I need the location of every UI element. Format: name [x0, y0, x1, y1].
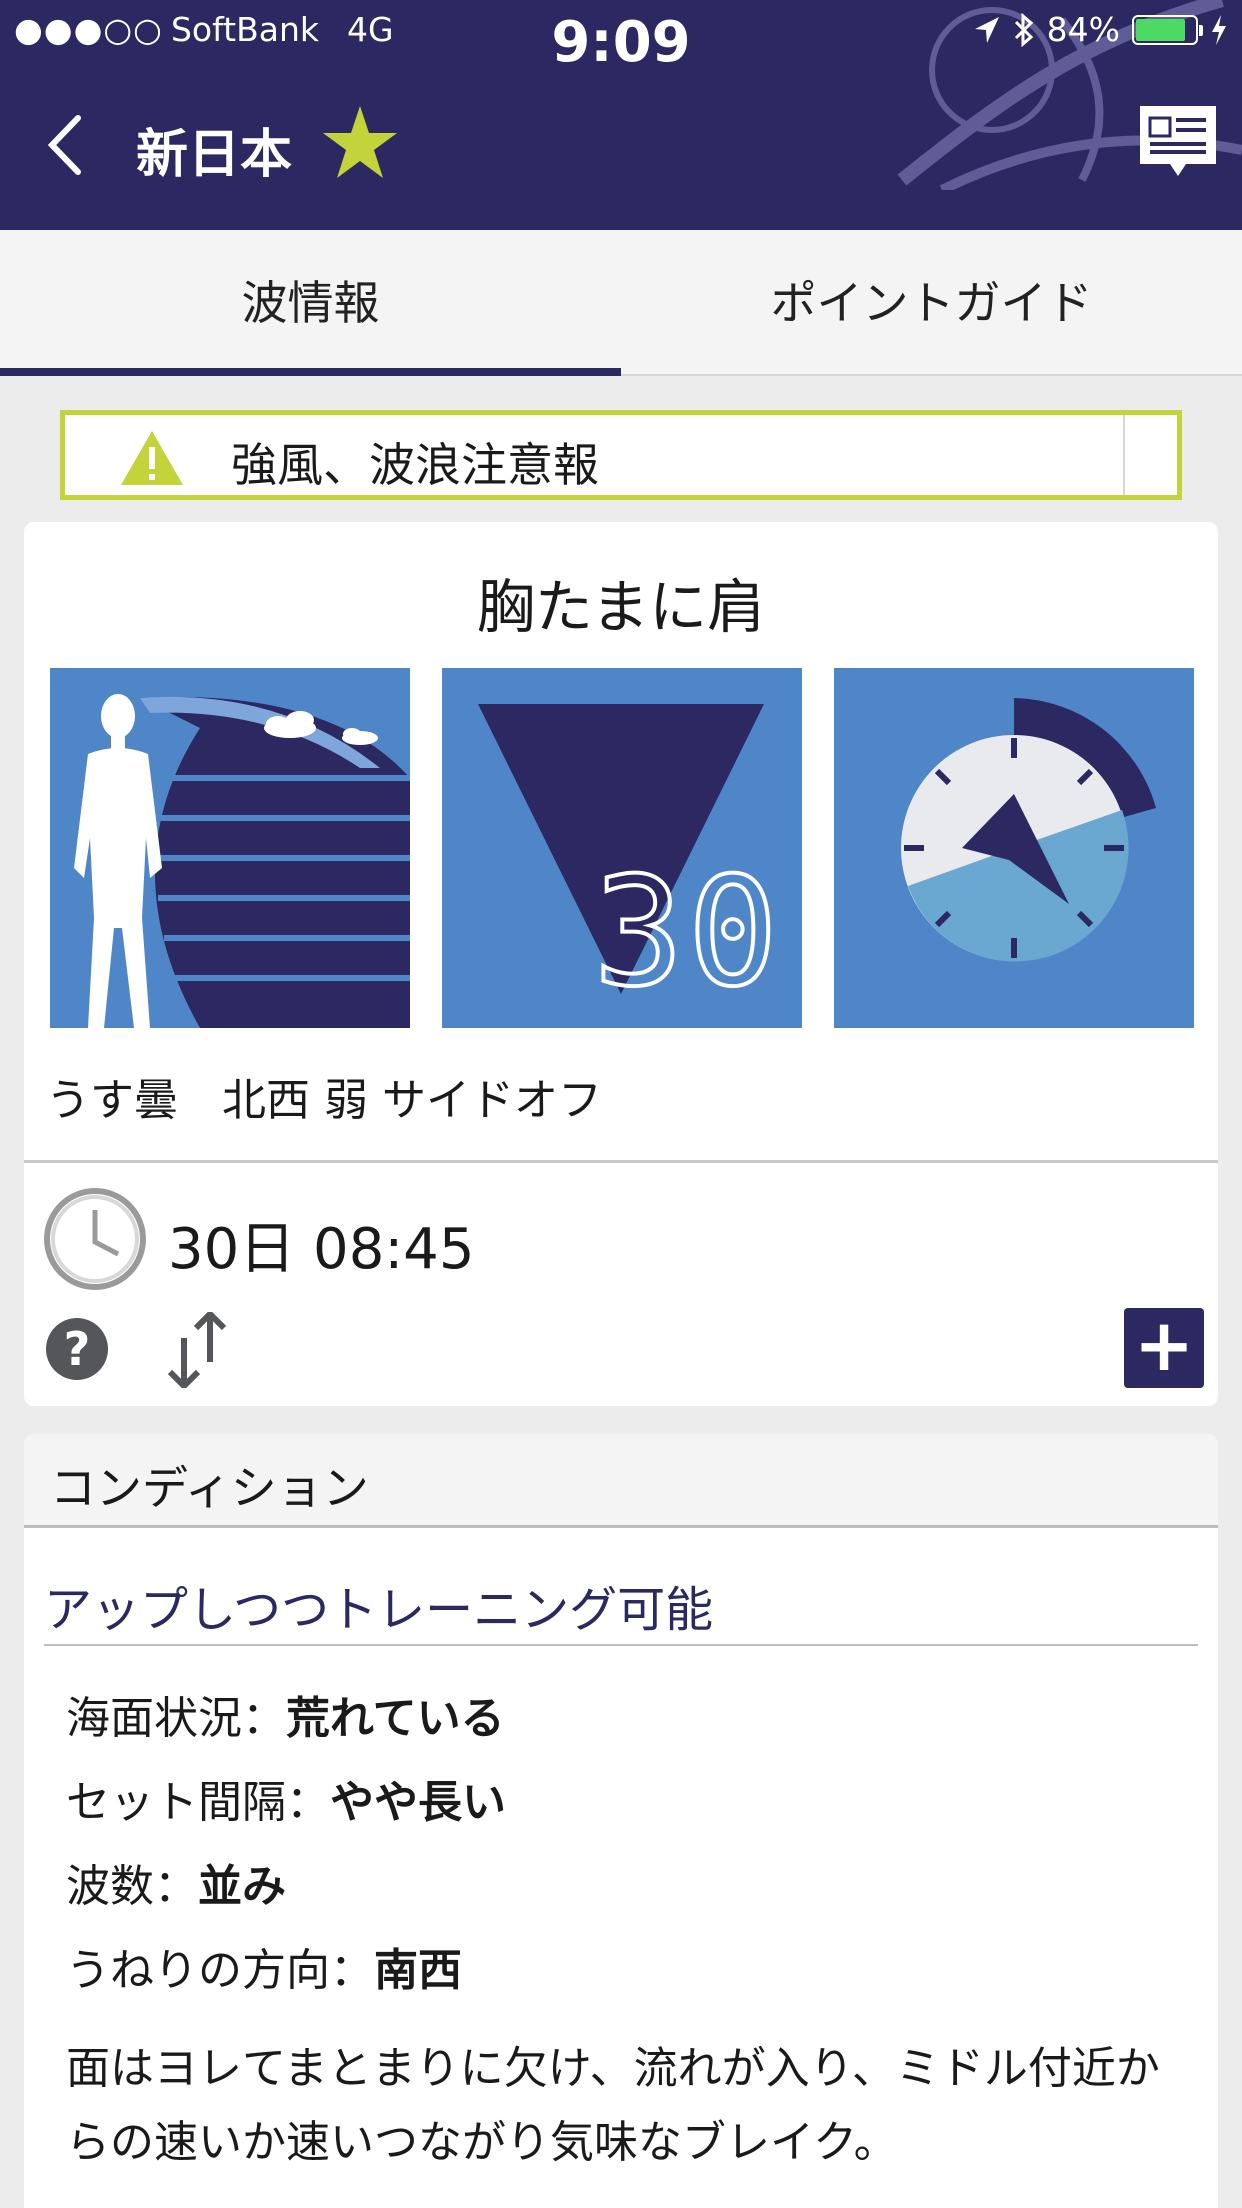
status-bar: ●●●○○ SoftBank 4G 9:09 84%: [0, 0, 1242, 75]
condition-header: コンディション: [24, 1434, 1218, 1528]
condition-row-wave-count: 波数：並み: [66, 1850, 286, 1914]
condition-row-swell-direction: うねりの方向：南西: [66, 1934, 462, 1998]
condition-description: 面はヨレてまとまりに欠け、流れが入り、ミドル付近からの速いか速いつながり気味なブ…: [66, 2043, 1160, 2168]
tab-bar: 波情報 ポイントガイド: [0, 230, 1242, 376]
row-label: 波数：: [66, 1861, 198, 1912]
wave-size-text: 胸たまに肩: [476, 573, 766, 641]
condition-card: コンディション アップしつつトレーニング可能 海面状況：荒れている セット間隔：…: [24, 1434, 1218, 2208]
row-value: やや長い: [330, 1777, 506, 1828]
condition-row-sea-surface: 海面状況：荒れている: [66, 1682, 505, 1746]
row-value: 並み: [198, 1861, 286, 1912]
warning-icon: [121, 431, 183, 485]
observation-time: 30日 08:45: [168, 1217, 475, 1282]
row-value: 南西: [374, 1945, 462, 1996]
page-title: 新日本: [136, 125, 293, 185]
row-label: うねりの方向：: [66, 1945, 374, 1996]
wave-height-tile[interactable]: [50, 668, 410, 1028]
add-button[interactable]: +: [1124, 1308, 1204, 1388]
wind-direction-tile[interactable]: [834, 668, 1194, 1028]
tab-wave-info[interactable]: 波情報: [0, 230, 621, 376]
wave-height-illustration: [50, 668, 410, 1028]
row-value: 荒れている: [286, 1693, 505, 1744]
warning-banner[interactable]: 強風、波浪注意報: [60, 410, 1182, 500]
sort-arrows-icon[interactable]: [162, 1312, 232, 1388]
charging-icon: [1212, 14, 1226, 45]
navigation-bar: 新日本: [0, 60, 1242, 230]
condition-summary: アップしつつトレーニング可能: [44, 1582, 714, 1638]
back-icon[interactable]: [40, 110, 90, 180]
battery-percent: 84%: [1046, 10, 1120, 49]
condition-title: コンディション: [50, 1461, 369, 1515]
tab-point-guide[interactable]: ポイントガイド: [621, 230, 1242, 374]
wave-info-card: 胸たまに肩 30 うす曇 北西 弱 サイドオフ 30日 08:45 ? +: [24, 522, 1218, 1406]
battery-icon: [1132, 14, 1203, 45]
bluetooth-icon: [1014, 12, 1033, 47]
clock-icon: [44, 1188, 146, 1290]
banner-divider: [1123, 415, 1125, 495]
compass-illustration: [834, 668, 1194, 1028]
row-label: 海面状況：: [66, 1693, 286, 1744]
help-icon[interactable]: ?: [46, 1318, 108, 1380]
row-label: セット間隔：: [66, 1777, 330, 1828]
rating-value: 30: [591, 846, 782, 1020]
condition-row-set-interval: セット間隔：やや長い: [66, 1766, 506, 1830]
weather-wind-text: うす曇 北西 弱 サイドオフ: [46, 1075, 602, 1126]
news-icon[interactable]: [1138, 104, 1218, 180]
rating-tile[interactable]: 30: [442, 668, 802, 1028]
top-bar: ●●●○○ SoftBank 4G 9:09 84% 新日本: [0, 0, 1242, 230]
summary-divider: [44, 1644, 1198, 1646]
location-icon: [974, 16, 999, 43]
favorite-star-icon[interactable]: [322, 104, 398, 180]
card-divider: [24, 1160, 1218, 1163]
warning-text: 強風、波浪注意報: [231, 438, 599, 492]
